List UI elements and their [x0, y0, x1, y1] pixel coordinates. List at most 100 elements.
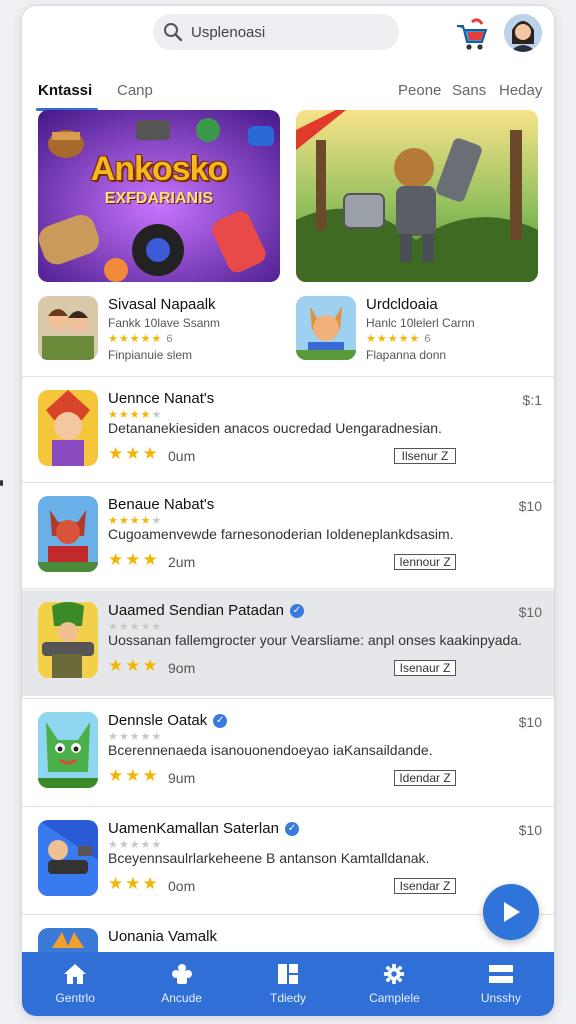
nav-item-home[interactable]: Gentrlo — [22, 952, 128, 1016]
nav-item-settings[interactable]: Camplele — [341, 952, 447, 1016]
app-icon — [296, 296, 356, 360]
nav-item-menu[interactable]: Unsshy — [448, 952, 554, 1016]
tab-kntassi[interactable]: Kntassi — [38, 82, 92, 99]
play-icon — [504, 902, 520, 922]
search-input[interactable] — [189, 22, 383, 42]
featured-subtitle: Fankk 10lave Ssanm — [108, 316, 221, 330]
edge-marker — [0, 480, 3, 486]
verified-badge-icon: ✓ — [213, 713, 228, 728]
app-name: Uennce Nanat's — [108, 390, 215, 407]
search-icon — [164, 23, 183, 42]
banner-title: Ankosko — [90, 150, 229, 188]
app-description: Cugoamenvewde farnesonoderian Ioldenepla… — [108, 526, 454, 542]
list-item[interactable]: Uennce Nanat's ★★★★★ Detananekiesiden an… — [22, 378, 554, 484]
featured-app-left[interactable]: Sivasal Napaalk Fankk 10lave Ssanm ★★★★★… — [38, 294, 278, 366]
app-size: 9um — [168, 770, 196, 786]
big-rating-stars: ★★★ — [108, 656, 160, 675]
divider — [22, 914, 554, 915]
list-item-selected[interactable]: Uaamed Sendian Patadan ✓ ★★★★★ Uossanan f… — [22, 590, 554, 696]
app-name: Uonania Vamalk — [108, 928, 217, 945]
app-price: $10 — [518, 822, 542, 838]
category-tabs: Kntassi Canp Peone Sans Heday — [22, 68, 554, 114]
banner-art-right — [296, 110, 538, 282]
app-name: Dennsle Oatak — [108, 712, 208, 729]
gear-icon — [384, 963, 405, 985]
app-size: 0um — [168, 448, 196, 464]
nav-label: Tdiedy — [270, 991, 307, 1005]
app-description: Uossanan fallemgrocter your Vearsliame: … — [108, 632, 523, 648]
tab-sans[interactable]: Sans — [452, 82, 486, 99]
home-icon — [64, 964, 87, 984]
rating-count: 6 — [424, 333, 432, 345]
rating-stars: ★★★★★ 6 — [366, 333, 432, 345]
app-size: 9om — [168, 660, 196, 676]
app-title: Uaamed Sendian Patadan ✓ — [108, 602, 304, 619]
banner-subtitle: EXFDARIANIS — [104, 190, 214, 207]
app-title: Uennce Nanat's — [108, 390, 214, 407]
app-icon — [38, 712, 98, 788]
rating-count: 6 — [166, 333, 174, 345]
app-name: UamenKamallan Saterlan — [108, 820, 279, 837]
promo-banner-left[interactable]: Ankosko EXFDARIANIS — [38, 110, 280, 282]
app-title: UamenKamallan Saterlan ✓ — [108, 820, 299, 837]
tab-heday[interactable]: Heday — [499, 82, 542, 99]
app-description: Detananekiesiden anacos oucredad Uengara… — [108, 420, 442, 436]
play-fab-button[interactable] — [483, 884, 539, 940]
list-item[interactable]: Dennsle Oatak ✓ ★★★★★ Bcerennenaeda isano… — [22, 700, 554, 806]
install-button[interactable]: Isendar Z — [394, 878, 456, 894]
app-size: 0om — [168, 878, 196, 894]
big-rating-stars: ★★★ — [108, 550, 160, 569]
app-window: Kntassi Canp Peone Sans Heday — [22, 6, 554, 1016]
grid-icon — [278, 964, 299, 984]
app-icon — [38, 820, 98, 896]
verified-badge-icon: ✓ — [289, 603, 304, 618]
bottom-navigation: Gentrlo Ancude Tdiedy Camplele Unsshy — [22, 952, 554, 1016]
nav-label: Ancude — [161, 991, 202, 1005]
featured-app-right[interactable]: Urdcldoaia Hanlc 10lelerl Carnn ★★★★★ 6 … — [296, 294, 536, 366]
app-icon — [38, 602, 98, 678]
app-name: Uaamed Sendian Patadan — [108, 602, 284, 619]
verified-badge-icon: ✓ — [284, 821, 299, 836]
tab-canp[interactable]: Canp — [117, 82, 153, 99]
avatar[interactable] — [504, 14, 542, 52]
install-button[interactable]: Ilsenur Z — [394, 448, 456, 464]
featured-title: Urdcldoaia — [366, 296, 438, 313]
divider — [22, 806, 554, 807]
app-title: Uonania Vamalk — [108, 928, 217, 945]
big-rating-stars: ★★★ — [108, 766, 160, 785]
nav-label: Unsshy — [480, 991, 521, 1005]
big-rating-stars: ★★★ — [108, 444, 160, 463]
app-icon — [38, 296, 98, 360]
puzzle-icon — [171, 964, 192, 984]
app-name: Benaue Nabat's — [108, 496, 215, 513]
app-title: Dennsle Oatak ✓ — [108, 712, 228, 729]
menu-icon — [488, 965, 513, 983]
list-item[interactable]: Benaue Nabat's ★★★★★ Cugoamenvewde farne… — [22, 484, 554, 590]
install-button[interactable]: Idendar Z — [394, 770, 456, 786]
cart-icon[interactable] — [454, 18, 490, 54]
app-title: Benaue Nabat's — [108, 496, 214, 513]
featured-meta: Flapanna donn — [366, 348, 447, 362]
big-rating-stars: ★★★ — [108, 874, 160, 893]
divider — [22, 588, 554, 589]
nav-item-puzzle[interactable]: Ancude — [128, 952, 234, 1016]
promo-banner-right[interactable] — [296, 110, 538, 282]
app-icon — [38, 390, 98, 466]
nav-label: Gentrlo — [55, 991, 95, 1005]
search-bar[interactable] — [153, 14, 399, 50]
divider — [22, 376, 554, 377]
app-price: $10 — [518, 498, 542, 514]
install-button[interactable]: Iennour Z — [394, 554, 456, 570]
app-description: Bceyennsaulrlarkeheene B antanson Kamtal… — [108, 850, 430, 866]
nav-item-grid[interactable]: Tdiedy — [235, 952, 341, 1016]
rating-stars: ★★★★★ 6 — [108, 333, 174, 345]
list-item[interactable]: UamenKamallan Saterlan ✓ ★★★★★ Bceyennsau… — [22, 808, 554, 914]
tab-peone[interactable]: Peone — [398, 82, 441, 99]
app-price: $10 — [518, 604, 542, 620]
app-size: 2um — [168, 554, 196, 570]
featured-subtitle: Hanlc 10lelerl Carnn — [366, 316, 475, 330]
nav-label: Camplele — [369, 991, 420, 1005]
install-button[interactable]: Isenaur Z — [394, 660, 456, 676]
divider — [22, 482, 554, 483]
header — [22, 6, 554, 60]
